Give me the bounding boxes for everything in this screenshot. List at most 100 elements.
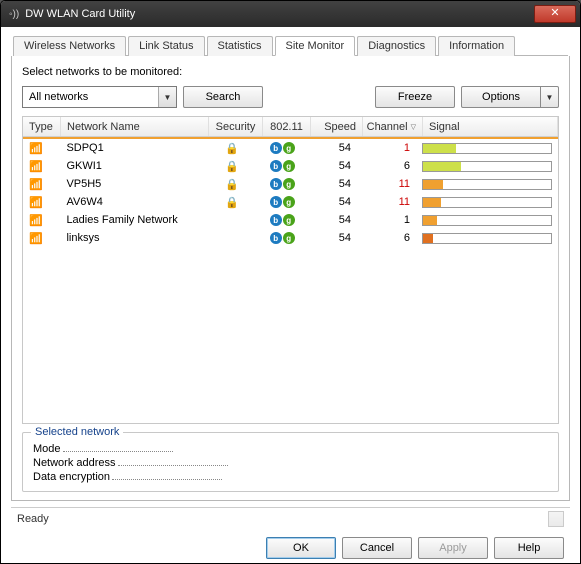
sort-indicator-icon: ▽ bbox=[411, 123, 416, 131]
freeze-button[interactable]: Freeze bbox=[375, 86, 455, 108]
ap-icon: 📶 bbox=[29, 232, 43, 245]
cell-speed: 54 bbox=[306, 229, 357, 247]
table-row[interactable]: 📶 VP5H5 🔒 bg5411 bbox=[23, 175, 558, 193]
lock-icon: 🔒 bbox=[225, 160, 239, 173]
table-row[interactable]: 📶 linksys bg546 bbox=[23, 229, 558, 247]
cell-security: 🔒 bbox=[206, 139, 259, 157]
apply-button: Apply bbox=[418, 537, 488, 559]
cancel-button[interactable]: Cancel bbox=[342, 537, 412, 559]
ap-icon: 📶 bbox=[29, 178, 43, 191]
cell-speed: 54 bbox=[306, 211, 357, 229]
tab-statistics[interactable]: Statistics bbox=[207, 36, 273, 56]
client-area: Wireless NetworksLink StatusStatisticsSi… bbox=[1, 27, 580, 563]
cell-security: 🔒 bbox=[206, 157, 259, 175]
network-filter-dropdown[interactable]: All networks ▼ bbox=[22, 86, 177, 108]
table-row[interactable]: 📶 GKWI1 🔒 bg546 bbox=[23, 157, 558, 175]
cell-signal bbox=[416, 229, 558, 247]
lock-icon: 🔒 bbox=[225, 142, 239, 155]
options-button[interactable]: Options bbox=[461, 86, 541, 108]
cell-name: linksys bbox=[60, 229, 205, 247]
cell-name: GKWI1 bbox=[60, 157, 205, 175]
cell-speed: 54 bbox=[306, 157, 357, 175]
cell-signal bbox=[416, 211, 558, 229]
grid-body: 📶SDPQ1🔒bg541📶GKWI1🔒bg546📶VP5H5🔒bg5411📶AV… bbox=[23, 137, 558, 423]
selected-network-group: Selected network Mode Network address Da… bbox=[22, 432, 559, 492]
col-channel[interactable]: Channel▽ bbox=[363, 117, 423, 136]
cell-80211: bg bbox=[259, 157, 306, 175]
cell-signal bbox=[416, 193, 558, 211]
cell-name: VP5H5 bbox=[60, 175, 205, 193]
lock-icon: 🔒 bbox=[225, 196, 239, 209]
cell-80211: bg bbox=[259, 139, 306, 157]
toolbar-row: All networks ▼ Search Freeze Options ▼ bbox=[22, 86, 559, 108]
ok-button[interactable]: OK bbox=[266, 537, 336, 559]
cell-channel: 1 bbox=[357, 211, 416, 229]
ap-icon: 📶 bbox=[29, 160, 43, 173]
tab-link-status[interactable]: Link Status bbox=[128, 36, 204, 56]
options-split-button[interactable]: Options ▼ bbox=[461, 86, 559, 108]
cell-security: 🔒 bbox=[206, 175, 259, 193]
selected-network-legend: Selected network bbox=[31, 426, 123, 438]
tab-diagnostics[interactable]: Diagnostics bbox=[357, 36, 436, 56]
cell-speed: 54 bbox=[306, 139, 357, 157]
table-row[interactable]: 📶 SDPQ1 🔒 bg541 bbox=[23, 139, 558, 157]
ap-icon: 📶 bbox=[29, 142, 43, 155]
close-button[interactable]: ✕ bbox=[534, 5, 576, 23]
options-chevron-icon[interactable]: ▼ bbox=[541, 86, 559, 108]
app-window: ◦)) DW WLAN Card Utility ✕ Wireless Netw… bbox=[0, 0, 581, 564]
select-networks-label: Select networks to be monitored: bbox=[22, 66, 559, 78]
save-icon[interactable] bbox=[548, 511, 564, 527]
help-button[interactable]: Help bbox=[494, 537, 564, 559]
cell-80211: bg bbox=[259, 175, 306, 193]
cell-signal bbox=[416, 157, 558, 175]
mode-row: Mode bbox=[33, 443, 548, 455]
cell-80211: bg bbox=[259, 193, 306, 211]
cell-signal bbox=[416, 175, 558, 193]
status-bar: Ready bbox=[11, 507, 570, 529]
ap-icon: 📶 bbox=[29, 214, 43, 227]
networks-grid: Type Network Name Security 802.11 Speed … bbox=[22, 116, 559, 424]
col-network-name[interactable]: Network Name bbox=[61, 117, 209, 136]
cell-security bbox=[206, 211, 259, 229]
table-row[interactable]: 📶 AV6W4 🔒 bg5411 bbox=[23, 193, 558, 211]
dialog-footer: OK Cancel Apply Help bbox=[11, 529, 570, 559]
title-text: DW WLAN Card Utility bbox=[25, 8, 135, 20]
cell-speed: 54 bbox=[306, 175, 357, 193]
cell-channel: 6 bbox=[357, 229, 416, 247]
cell-signal bbox=[416, 139, 558, 157]
col-security[interactable]: Security bbox=[209, 117, 263, 136]
tab-wireless-networks[interactable]: Wireless Networks bbox=[13, 36, 126, 56]
cell-channel: 11 bbox=[357, 175, 416, 193]
encryption-row: Data encryption bbox=[33, 471, 548, 483]
search-button[interactable]: Search bbox=[183, 86, 263, 108]
cell-name: SDPQ1 bbox=[60, 139, 205, 157]
col-80211[interactable]: 802.11 bbox=[263, 117, 311, 136]
cell-name: AV6W4 bbox=[60, 193, 205, 211]
status-text: Ready bbox=[17, 513, 49, 525]
table-row[interactable]: 📶Ladies Family Networkbg541 bbox=[23, 211, 558, 229]
cell-speed: 54 bbox=[306, 193, 357, 211]
chevron-down-icon[interactable]: ▼ bbox=[158, 87, 176, 107]
title: ◦)) DW WLAN Card Utility bbox=[9, 8, 534, 20]
site-monitor-panel: Select networks to be monitored: All net… bbox=[11, 56, 570, 501]
wifi-icon: ◦)) bbox=[9, 9, 19, 20]
cell-security: 🔒 bbox=[206, 193, 259, 211]
cell-channel: 1 bbox=[357, 139, 416, 157]
cell-80211: bg bbox=[259, 211, 306, 229]
titlebar[interactable]: ◦)) DW WLAN Card Utility ✕ bbox=[1, 1, 580, 27]
address-row: Network address bbox=[33, 457, 548, 469]
col-signal[interactable]: Signal bbox=[423, 117, 558, 136]
dropdown-value: All networks bbox=[23, 91, 158, 103]
lock-icon: 🔒 bbox=[225, 178, 239, 191]
tab-site-monitor[interactable]: Site Monitor bbox=[275, 36, 356, 56]
cell-channel: 11 bbox=[357, 193, 416, 211]
col-type[interactable]: Type bbox=[23, 117, 61, 136]
cell-80211: bg bbox=[259, 229, 306, 247]
tab-information[interactable]: Information bbox=[438, 36, 515, 56]
cell-security bbox=[206, 229, 259, 247]
cell-channel: 6 bbox=[357, 157, 416, 175]
tabstrip: Wireless NetworksLink StatusStatisticsSi… bbox=[13, 35, 568, 56]
ap-icon: 📶 bbox=[29, 196, 43, 209]
col-speed[interactable]: Speed bbox=[311, 117, 363, 136]
grid-header: Type Network Name Security 802.11 Speed … bbox=[23, 117, 558, 137]
